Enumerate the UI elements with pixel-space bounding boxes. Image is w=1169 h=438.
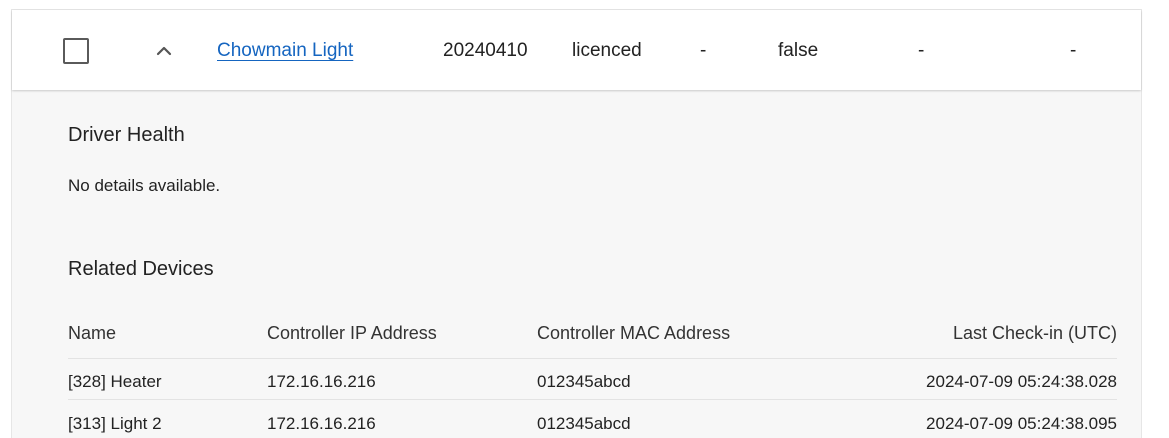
driver-version: 20240410 [443, 40, 528, 61]
device-checkin: 2024-07-09 05:24:38.095 [926, 414, 1117, 433]
driver-health-heading: Driver Health [68, 124, 185, 146]
row-value-flag: false [778, 40, 819, 61]
row-value-col4: - [700, 40, 707, 61]
row-value-col7: - [1070, 40, 1077, 61]
column-header-mac: Controller MAC Address [537, 323, 731, 343]
column-header-name: Name [68, 323, 117, 343]
related-devices-heading: Related Devices [68, 258, 214, 280]
table-row-divider [68, 399, 1117, 400]
page-margin-right [1141, 0, 1169, 438]
driver-row-card: Chowmain Light 20240410 licenced - false… [12, 10, 1141, 438]
row-value-col6: - [918, 40, 925, 61]
driver-row-header[interactable]: Chowmain Light 20240410 licenced - false… [12, 10, 1141, 90]
license-status: licenced [572, 40, 642, 61]
device-name: [313] Light 2 [68, 414, 162, 433]
device-name: [328] Heater [68, 372, 162, 391]
page-margin-left [0, 0, 12, 438]
driver-name-link[interactable]: Chowmain Light [217, 39, 353, 63]
row-select-checkbox[interactable] [63, 38, 89, 64]
column-header-ip: Controller IP Address [267, 323, 437, 343]
device-mac: 012345abcd [537, 372, 631, 391]
driver-health-text: No details available. [68, 176, 221, 195]
device-checkin: 2024-07-09 05:24:38.028 [926, 372, 1117, 391]
chevron-up-icon[interactable] [152, 39, 176, 63]
device-mac: 012345abcd [537, 414, 631, 433]
device-ip: 172.16.16.216 [267, 372, 376, 391]
column-header-checkin: Last Check-in (UTC) [952, 323, 1117, 343]
device-ip: 172.16.16.216 [267, 414, 376, 433]
table-header-divider [68, 358, 1117, 359]
